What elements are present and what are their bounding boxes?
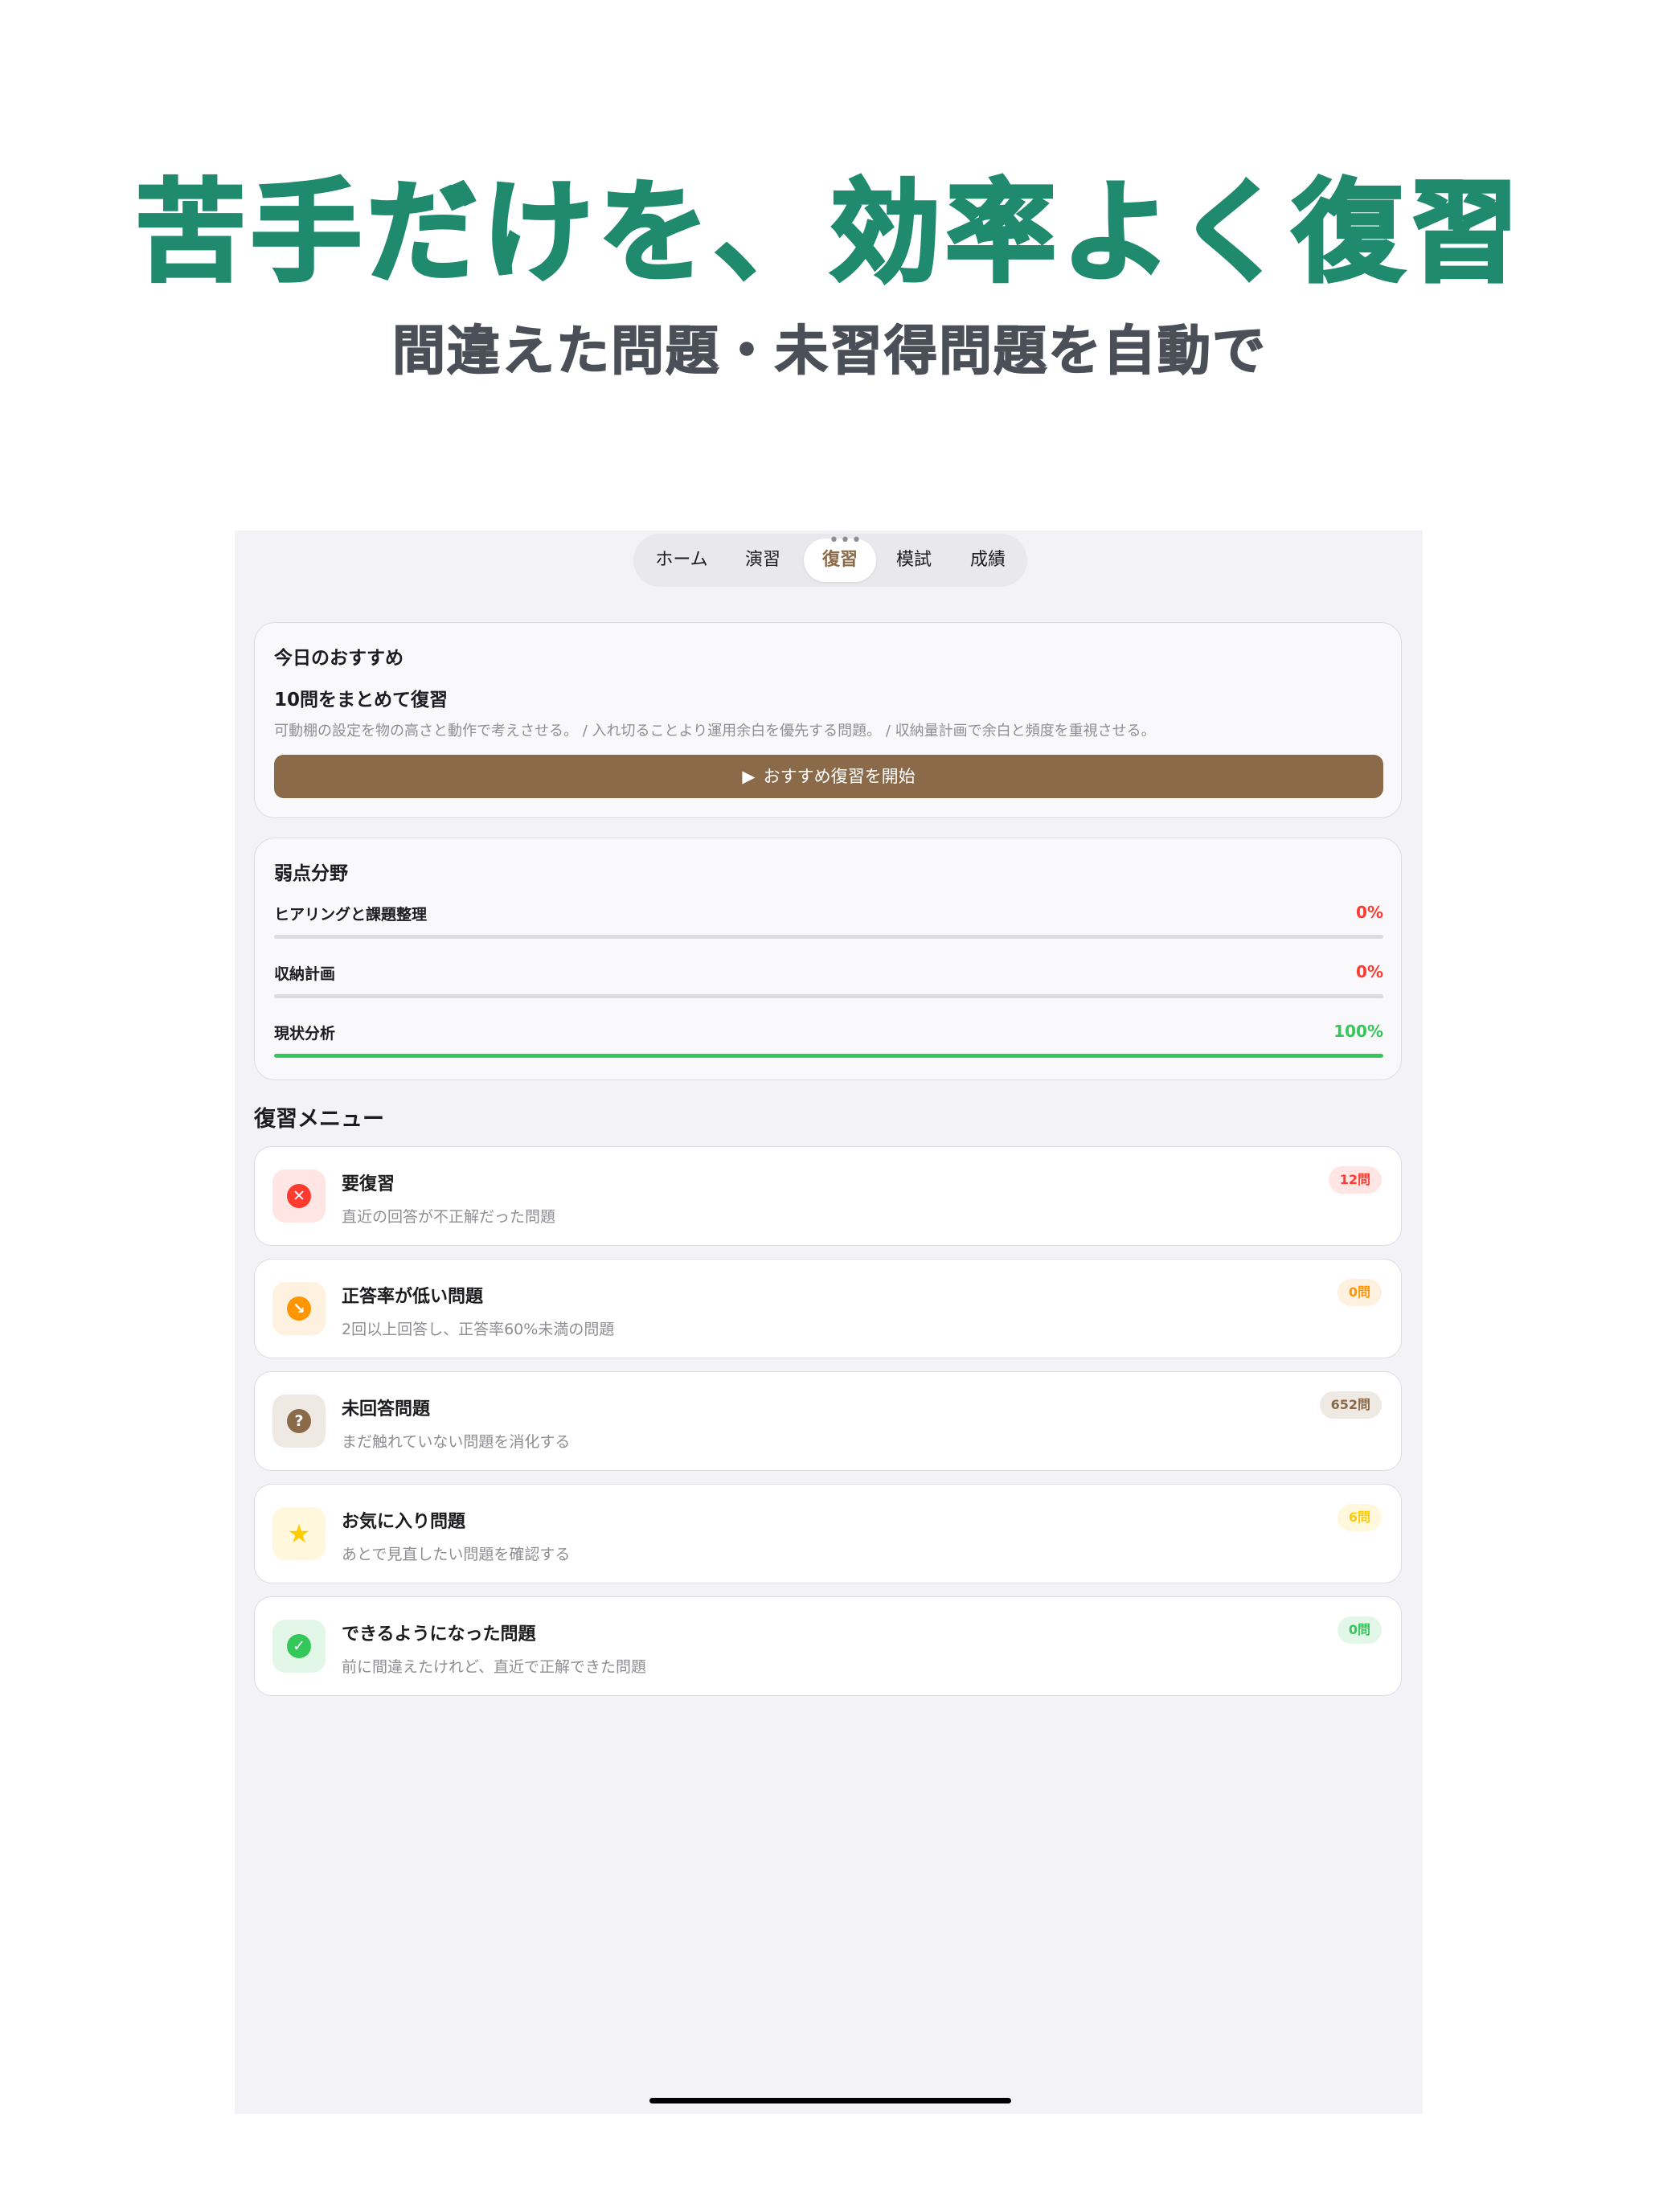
- check-seal-icon: ✓: [287, 1634, 311, 1658]
- promo-subheadline: 間違えた問題・未習得問題を自動で: [391, 319, 1267, 383]
- menu-icon-box: ↘: [272, 1282, 326, 1335]
- star-icon: ★: [287, 1518, 311, 1549]
- weak-area-percent: 0%: [1356, 962, 1383, 981]
- menu-item-mastered[interactable]: ✓ できるようになった問題 前に間違えたけれど、直近で正解できた問題 0問: [254, 1596, 1402, 1696]
- tab-mock-exam[interactable]: 模試: [878, 539, 950, 582]
- x-circle-icon: ✕: [287, 1184, 311, 1208]
- recommend-headline: 10問をまとめて復習: [274, 690, 449, 711]
- recommend-card: 今日のおすすめ 10問をまとめて復習 可動棚の設定を物の高さと動作で考えさせる。…: [254, 622, 1402, 818]
- menu-item-needs-review[interactable]: ✕ 要復習 直近の回答が不正解だった問題 12問: [254, 1146, 1402, 1246]
- count-badge: 12問: [1328, 1166, 1382, 1194]
- app-screen: ホーム 演習 復習 模試 成績 ••• 今日のおすすめ 10問をまとめて復習 可…: [235, 530, 1423, 2114]
- weak-areas-title: 弱点分野: [274, 863, 348, 884]
- menu-item-description: 前に間違えたけれど、直近で正解できた問題: [342, 1658, 647, 1676]
- start-recommended-review-button[interactable]: ▶ おすすめ復習を開始: [274, 755, 1383, 798]
- menu-item-title: できるようになった問題: [342, 1624, 536, 1645]
- start-button-label: おすすめ復習を開始: [763, 768, 916, 786]
- review-menu-title: 復習メニュー: [254, 1107, 384, 1132]
- menu-item-title: 正答率が低い問題: [342, 1287, 484, 1307]
- chart-down-icon: ↘: [287, 1296, 311, 1321]
- menu-item-title: 要復習: [342, 1174, 395, 1194]
- weak-area-percent: 0%: [1356, 903, 1383, 922]
- weak-area-progress-track: [274, 1054, 1383, 1058]
- play-icon: ▶: [742, 768, 756, 786]
- menu-item-description: 2回以上回答し、正答率60%未満の問題: [342, 1321, 615, 1338]
- menu-icon-box: ★: [272, 1507, 326, 1560]
- menu-item-title: 未回答問題: [342, 1399, 431, 1419]
- count-badge: 6問: [1337, 1504, 1382, 1531]
- count-badge: 0問: [1337, 1616, 1382, 1644]
- promo-headline: 苦手だけを、効率よく復習: [133, 166, 1524, 299]
- tab-home[interactable]: ホーム: [641, 539, 722, 582]
- count-badge: 0問: [1337, 1279, 1382, 1306]
- menu-item-unanswered[interactable]: ? 未回答問題 まだ触れていない問題を消化する 652問: [254, 1371, 1402, 1471]
- menu-item-title: お気に入り問題: [342, 1512, 466, 1532]
- menu-item-favorites[interactable]: ★ お気に入り問題 あとで見直したい問題を確認する 6問: [254, 1484, 1402, 1583]
- weak-area-progress-track: [274, 935, 1383, 939]
- menu-icon-box: ✕: [272, 1169, 326, 1223]
- menu-item-description: あとで見直したい問題を確認する: [342, 1546, 571, 1563]
- menu-icon-box: ✓: [272, 1620, 326, 1673]
- question-circle-icon: ?: [287, 1409, 311, 1433]
- weak-area-progress-track: [274, 994, 1383, 998]
- weak-area-label: ヒアリングと課題整理: [274, 906, 428, 924]
- count-badge: 652問: [1319, 1391, 1382, 1419]
- tab-bar: ホーム 演習 復習 模試 成績 •••: [633, 532, 1027, 587]
- weak-areas-card: 弱点分野 ヒアリングと課題整理 0% 収納計画 0% 現状分析 100%: [254, 838, 1402, 1080]
- menu-icon-box: ?: [272, 1395, 326, 1448]
- menu-item-description: 直近の回答が不正解だった問題: [342, 1208, 556, 1226]
- tab-results[interactable]: 成績: [952, 539, 1024, 582]
- recommend-title: 今日のおすすめ: [274, 648, 403, 669]
- weak-area-percent: 100%: [1333, 1022, 1383, 1041]
- recommend-description: 可動棚の設定を物の高さと動作で考えさせる。 / 入れ切ることより運用余白を優先す…: [274, 723, 1156, 739]
- tab-practice[interactable]: 演習: [727, 539, 799, 582]
- more-dots-icon[interactable]: •••: [829, 532, 862, 550]
- menu-item-description: まだ触れていない問題を消化する: [342, 1433, 571, 1451]
- weak-area-label: 収納計画: [274, 965, 336, 983]
- weak-area-label: 現状分析: [274, 1025, 336, 1043]
- weak-area-progress-fill: [274, 1054, 1383, 1058]
- home-indicator[interactable]: [649, 2098, 1011, 2103]
- menu-item-low-accuracy[interactable]: ↘ 正答率が低い問題 2回以上回答し、正答率60%未満の問題 0問: [254, 1259, 1402, 1358]
